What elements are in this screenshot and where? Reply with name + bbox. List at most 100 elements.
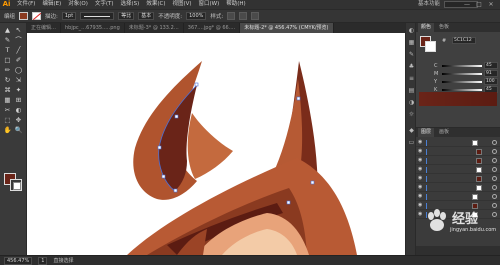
target-icon[interactable]: [492, 194, 497, 199]
stroke-color-box[interactable]: [10, 179, 22, 191]
anchor-point[interactable]: [173, 188, 178, 193]
layer-row[interactable]: ◉: [416, 157, 500, 165]
eye-icon[interactable]: ◉: [418, 176, 423, 181]
menu-file[interactable]: 文件(F): [17, 0, 35, 9]
tab-swatches[interactable]: 色板: [436, 23, 452, 32]
tab-layers[interactable]: 图层: [418, 128, 435, 137]
selection-tool-icon[interactable]: ▲: [3, 26, 12, 34]
tab-color[interactable]: 颜色: [418, 23, 435, 32]
anchor-point[interactable]: [157, 145, 162, 150]
style-dropdown[interactable]: [227, 12, 236, 20]
layer-row[interactable]: ◉: [416, 175, 500, 183]
channel-y-slider[interactable]: [442, 81, 482, 83]
symbols-panel-icon[interactable]: ♣: [408, 63, 415, 70]
eye-icon[interactable]: ◉: [418, 140, 423, 145]
eye-icon[interactable]: ◉: [418, 185, 423, 190]
pencil-tool-icon[interactable]: ✏: [3, 66, 12, 74]
target-icon[interactable]: [492, 140, 497, 145]
close-button[interactable]: ✕: [488, 0, 494, 9]
brushes-panel-icon[interactable]: ✎: [408, 51, 415, 58]
tab-doc-3[interactable]: 未标题-3* @ 133.2…: [125, 23, 184, 33]
warp-tool-icon[interactable]: ⌘: [3, 86, 12, 94]
target-icon[interactable]: [492, 176, 497, 181]
magic-wand-tool-icon[interactable]: ✎: [3, 36, 12, 44]
menu-effect[interactable]: 效果(C): [146, 0, 165, 9]
layer-row[interactable]: ◉: [416, 184, 500, 192]
zoom-tool-icon[interactable]: 🔍: [14, 126, 23, 134]
tab-doc-4[interactable]: 367.…jpg* @ 66.…: [184, 23, 241, 33]
tab-doc-1[interactable]: 正在编辑…: [27, 23, 62, 33]
anchor-point[interactable]: [286, 200, 291, 205]
free-transform-tool-icon[interactable]: ✦: [14, 86, 23, 94]
target-icon[interactable]: [492, 149, 497, 154]
stroke-profile-value[interactable]: 等比: [118, 12, 135, 20]
menu-type[interactable]: 文字(T): [95, 0, 114, 9]
tab-artboards[interactable]: 画板: [436, 128, 452, 137]
channel-c-slider[interactable]: [442, 65, 482, 67]
type-tool-icon[interactable]: T: [3, 46, 12, 54]
target-icon[interactable]: [492, 167, 497, 172]
graph-tool-icon[interactable]: ⊞: [14, 96, 23, 104]
ellipse-tool-icon[interactable]: ◯: [14, 66, 23, 74]
layer-row[interactable]: ◉: [416, 139, 500, 147]
color-spectrum-bar[interactable]: [419, 92, 497, 106]
menu-view[interactable]: 视图(V): [172, 0, 191, 9]
search-input[interactable]: [444, 1, 478, 8]
lasso-tool-icon[interactable]: ⌒: [14, 36, 23, 44]
minimize-button[interactable]: —: [464, 0, 470, 9]
channel-y-value[interactable]: 100: [484, 78, 498, 85]
target-icon[interactable]: [492, 185, 497, 190]
layer-row[interactable]: ◉: [416, 193, 500, 201]
layers-panel-icon[interactable]: ◆: [408, 127, 415, 134]
scale-tool-icon[interactable]: ⇲: [14, 76, 23, 84]
stroke-swatch[interactable]: [32, 12, 42, 20]
artboard-tool-icon[interactable]: ⬚: [3, 116, 12, 124]
target-icon[interactable]: [492, 158, 497, 163]
layer-row[interactable]: ◉: [416, 166, 500, 174]
line-tool-icon[interactable]: ╱: [14, 46, 23, 54]
color-stroke-swatch[interactable]: [425, 41, 436, 52]
scissors-tool-icon[interactable]: ✂: [3, 106, 12, 114]
stroke-panel-icon[interactable]: ≡: [408, 75, 415, 82]
channel-k-slider[interactable]: [442, 89, 482, 91]
workspace-switcher[interactable]: 基本功能: [418, 0, 440, 9]
menu-object[interactable]: 对象(O): [68, 0, 88, 9]
brush-dropdown[interactable]: 基本: [138, 12, 155, 20]
stroke-profile-dropdown[interactable]: [80, 12, 115, 20]
rectangle-tool-icon[interactable]: □: [3, 56, 12, 64]
anchor-point[interactable]: [296, 96, 301, 101]
symbol-sprayer-tool-icon[interactable]: ▦: [3, 96, 12, 104]
hand-tool-icon[interactable]: ✋: [3, 126, 12, 134]
swatches-panel-icon[interactable]: ▦: [408, 39, 415, 46]
tab-doc-2[interactable]: hbjpc_…67935..…png: [61, 23, 125, 33]
eye-icon[interactable]: ◉: [418, 167, 423, 172]
menu-window[interactable]: 窗口(W): [199, 0, 220, 9]
slice-tool-icon[interactable]: ✥: [14, 116, 23, 124]
transform-button[interactable]: [251, 12, 260, 20]
eye-icon[interactable]: ◉: [418, 149, 423, 154]
artboards-panel-icon[interactable]: ▭: [408, 139, 415, 146]
align-button[interactable]: [239, 12, 248, 20]
eye-icon[interactable]: ◉: [418, 194, 423, 199]
artboard-nav[interactable]: 1: [38, 256, 48, 265]
menu-help[interactable]: 帮助(H): [226, 0, 245, 9]
menu-edit[interactable]: 编辑(E): [42, 0, 61, 9]
maximize-button[interactable]: □: [476, 0, 482, 9]
gradient-panel-icon[interactable]: ▤: [408, 87, 415, 94]
appearance-panel-icon[interactable]: ☼: [408, 111, 415, 118]
eye-icon[interactable]: ◉: [418, 158, 423, 163]
zoom-field[interactable]: 456.47%: [4, 256, 33, 265]
channel-c-value[interactable]: 45: [484, 62, 498, 69]
color-panel-icon[interactable]: ◐: [408, 27, 415, 34]
fill-swatch[interactable]: [19, 12, 29, 20]
opacity-field[interactable]: 100%: [186, 12, 207, 20]
direct-selection-tool-icon[interactable]: ↖: [14, 26, 23, 34]
anchor-point[interactable]: [174, 114, 179, 119]
menu-select[interactable]: 选择(S): [121, 0, 140, 9]
channel-m-slider[interactable]: [442, 73, 482, 75]
hex-input[interactable]: 5C1C12: [452, 37, 476, 44]
rotate-tool-icon[interactable]: ↻: [3, 76, 12, 84]
artboard-canvas[interactable]: [27, 33, 405, 255]
transparency-panel-icon[interactable]: ◑: [408, 99, 415, 106]
tab-doc-active[interactable]: 未标题-2* @ 456.47% (CMYK/预览): [240, 23, 334, 33]
